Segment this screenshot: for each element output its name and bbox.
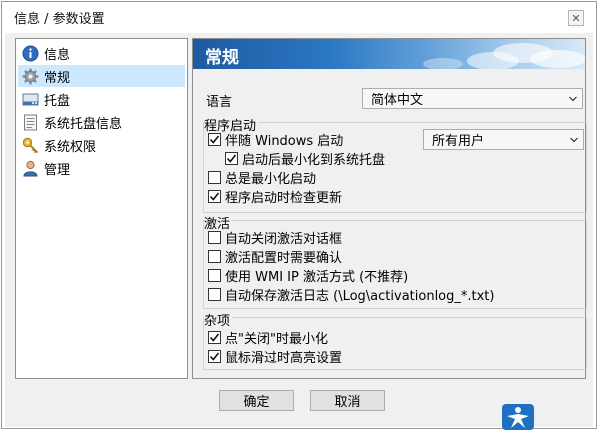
minimize-to-tray-checkbox[interactable]: 启动后最小化到系统托盘 [225, 150, 386, 168]
misc-group: 杂项 点"关闭"时最小化 鼠标滑过时高亮设置 [203, 310, 587, 370]
checkbox-box[interactable] [208, 190, 221, 203]
activation-group: 激活 自动关闭激活对话框 激活配置时需要确认 使用 WMI IP 激活方式 (不… [203, 213, 587, 309]
category-list[interactable]: 信息 常规 托盘 系统托盘信息 系统权限 管理 [15, 38, 188, 379]
hover-highlight-checkbox[interactable]: 鼠标滑过时高亮设置 [208, 348, 343, 366]
nav-item-tray[interactable]: 托盘 [18, 88, 185, 110]
title-bar[interactable]: 信息 / 参数设置 ✕ [2, 2, 596, 32]
close-icon: ✕ [571, 11, 581, 25]
always-minimized-checkbox[interactable]: 总是最小化启动 [208, 169, 317, 187]
nav-item-label: 系统权限 [44, 139, 97, 155]
nav-item-permissions[interactable]: 系统权限 [18, 134, 185, 156]
confirm-activation-checkbox[interactable]: 激活配置时需要确认 [208, 248, 343, 266]
nav-item-management[interactable]: 管理 [18, 157, 185, 179]
checkbox-box[interactable] [208, 350, 221, 363]
checkbox-box[interactable] [225, 152, 238, 165]
checkbox-label: 自动关闭激活对话框 [225, 232, 343, 247]
save-activation-log-checkbox[interactable]: 自动保存激活日志 (\Log\activationlog_*.txt) [208, 286, 495, 304]
checkbox-box[interactable] [208, 288, 221, 301]
checkbox-label: 启动后最小化到系统托盘 [242, 153, 386, 168]
general-settings-panel: 常规 语言 简体中文 程序启动 伴随 Windows 启动 所有用户 启动后最小… [192, 38, 587, 379]
section-title: 常规 [205, 48, 239, 68]
checkbox-label: 激活配置时需要确认 [225, 251, 343, 266]
nav-item-label: 管理 [44, 162, 71, 178]
nav-item-label: 托盘 [44, 93, 71, 109]
section-banner: 常规 [193, 39, 585, 69]
checkbox-label: 伴随 Windows 启动 [225, 134, 344, 149]
nav-item-info[interactable]: 信息 [18, 42, 185, 64]
misc-group-title: 杂项 [204, 310, 233, 329]
window-title: 信息 / 参数设置 [14, 12, 105, 27]
check-icon [209, 192, 220, 201]
nav-item-general[interactable]: 常规 [18, 65, 185, 87]
document-icon [24, 114, 37, 130]
watermark-logo [502, 404, 534, 430]
checkbox-label: 程序启动时检查更新 [225, 191, 343, 206]
minimize-on-close-checkbox[interactable]: 点"关闭"时最小化 [208, 329, 328, 347]
nav-item-label: 信息 [44, 47, 71, 63]
check-icon [226, 154, 237, 163]
language-label: 语言 [206, 95, 233, 110]
tray-icon [22, 93, 39, 105]
close-button[interactable]: ✕ [568, 10, 584, 26]
user-icon [23, 160, 38, 176]
checkbox-label: 使用 WMI IP 激活方式 (不推荐) [225, 270, 409, 285]
checkbox-box[interactable] [208, 231, 221, 244]
startup-users-value: 所有用户 [432, 134, 485, 149]
nav-item-tray-info[interactable]: 系统托盘信息 [18, 111, 185, 133]
chevron-down-icon [570, 137, 578, 143]
startup-users-select[interactable]: 所有用户 [423, 129, 584, 150]
gear-icon [22, 68, 39, 84]
language-value: 简体中文 [371, 93, 424, 108]
settings-window: 信息 / 参数设置 ✕ 信息 常规 托盘 系统托盘信息 系统权限 管理 常规 语… [1, 1, 597, 429]
checkbox-label: 总是最小化启动 [225, 172, 317, 187]
check-icon [209, 135, 220, 144]
checkbox-label: 点"关闭"时最小化 [225, 332, 328, 347]
cancel-button[interactable]: 取消 [310, 390, 385, 411]
checkbox-box[interactable] [208, 133, 221, 146]
checkbox-label: 自动保存激活日志 (\Log\activationlog_*.txt) [225, 289, 495, 304]
clouds-decoration [423, 43, 585, 69]
check-icon [209, 333, 220, 342]
language-select[interactable]: 简体中文 [362, 88, 583, 109]
checkbox-box[interactable] [208, 331, 221, 344]
checkbox-box[interactable] [208, 171, 221, 184]
info-icon [22, 45, 39, 61]
dialog-client: 信息 常规 托盘 系统托盘信息 系统权限 管理 常规 语言 简体中文 程序启动 … [5, 33, 593, 427]
wmi-ip-activation-checkbox[interactable]: 使用 WMI IP 激活方式 (不推荐) [208, 267, 409, 285]
auto-close-activation-checkbox[interactable]: 自动关闭激活对话框 [208, 229, 343, 247]
nav-item-label: 常规 [44, 70, 71, 86]
checkbox-box[interactable] [208, 250, 221, 263]
check-icon [209, 352, 220, 361]
startup-group: 程序启动 伴随 Windows 启动 所有用户 启动后最小化到系统托盘 总是最小… [203, 115, 587, 213]
checkbox-box[interactable] [208, 269, 221, 282]
ok-button[interactable]: 确定 [219, 390, 294, 411]
checkbox-label: 鼠标滑过时高亮设置 [225, 351, 343, 366]
chevron-down-icon [569, 96, 577, 102]
nav-item-label: 系统托盘信息 [44, 116, 123, 132]
run-with-windows-checkbox[interactable]: 伴随 Windows 启动 [208, 131, 344, 149]
check-updates-checkbox[interactable]: 程序启动时检查更新 [208, 188, 343, 206]
key-icon [22, 137, 39, 153]
